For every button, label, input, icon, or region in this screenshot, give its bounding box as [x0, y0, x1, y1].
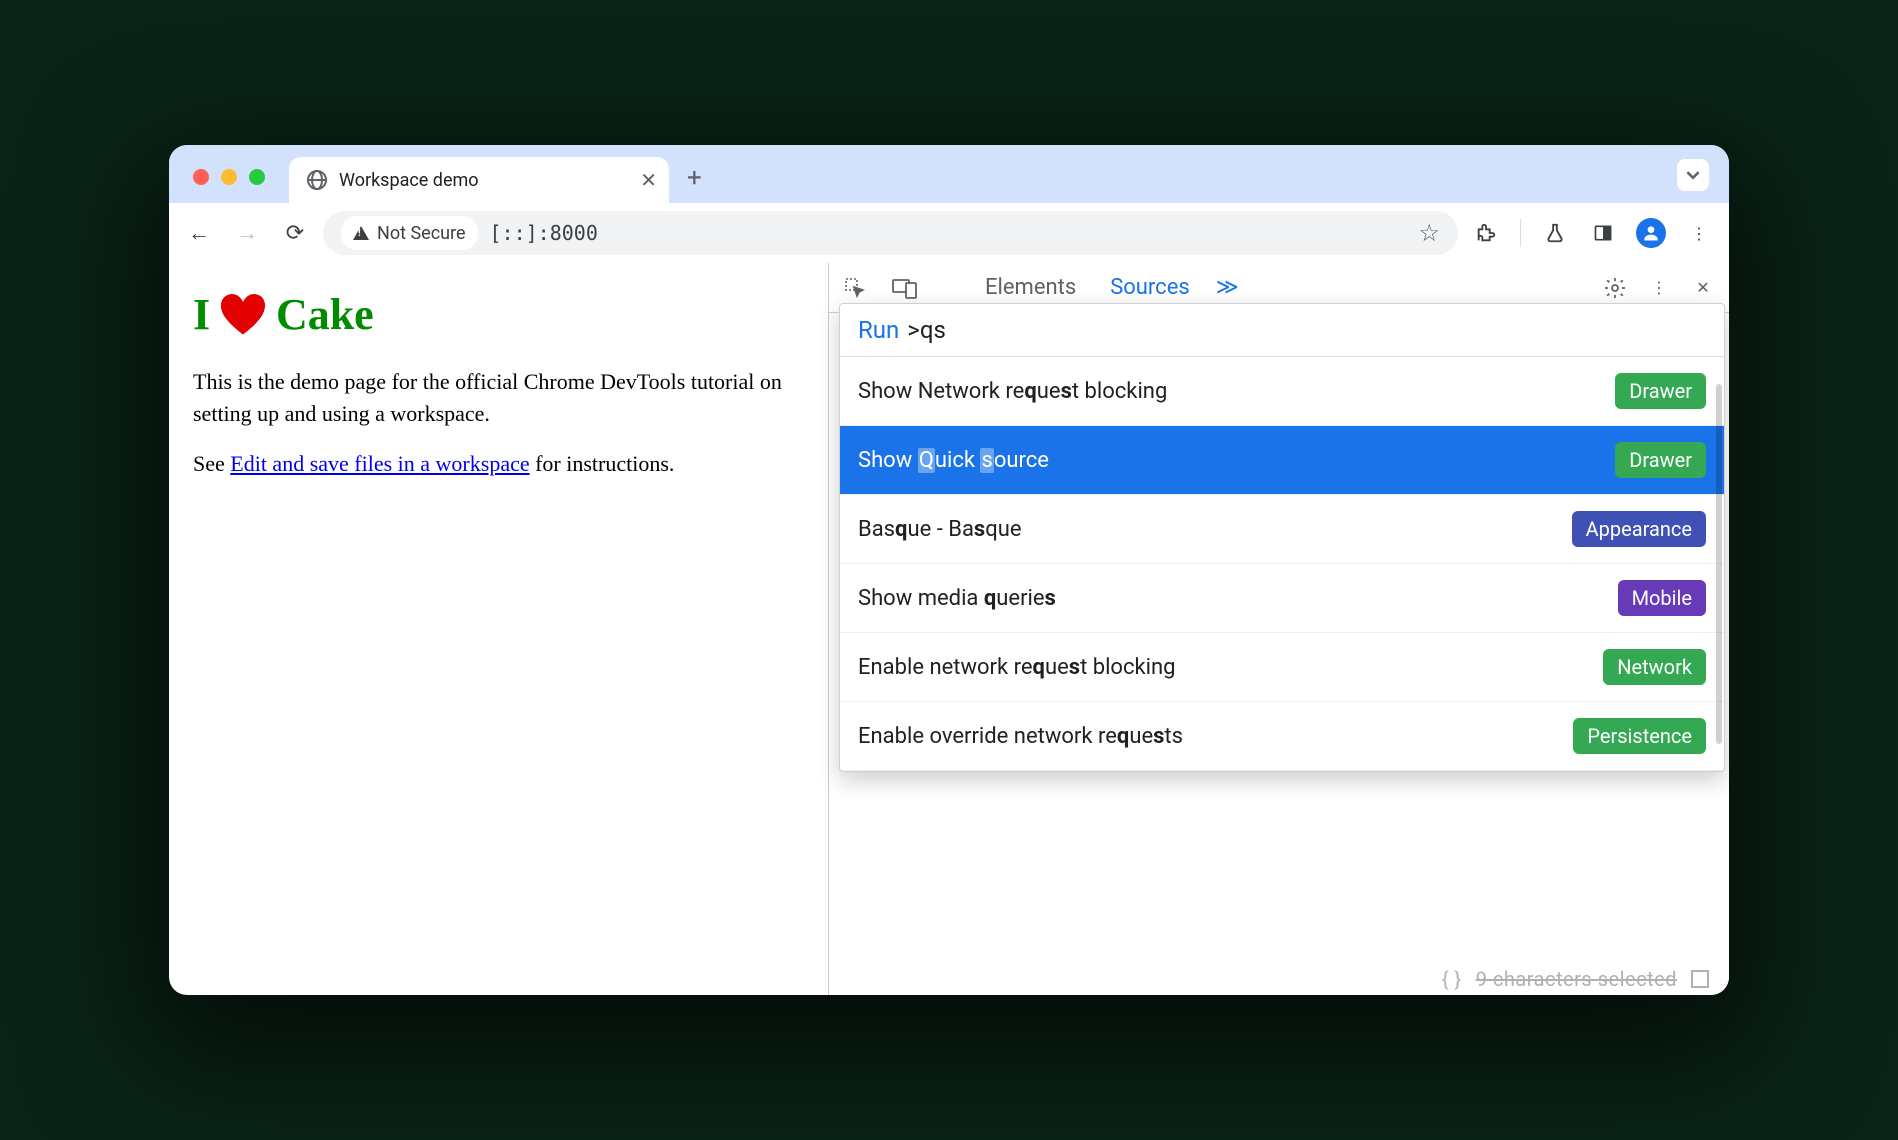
browser-window: Workspace demo ✕ + ← → ⟳ Not Secure [::]… [169, 145, 1729, 995]
tab-title: Workspace demo [339, 170, 628, 191]
status-bar: { } 9 characters selected [1442, 967, 1709, 991]
browser-tab[interactable]: Workspace demo ✕ [289, 157, 669, 203]
command-query: >qs [907, 316, 946, 344]
intro-paragraph: This is the demo page for the official C… [193, 366, 804, 430]
run-label: Run [858, 316, 899, 344]
brackets-icon: { } [1442, 967, 1462, 991]
inspect-icon[interactable] [839, 272, 871, 304]
command-item[interactable]: Enable override network requests Persiste… [840, 702, 1724, 771]
command-item[interactable]: Enable network request blocking Network [840, 633, 1724, 702]
close-tab-icon[interactable]: ✕ [640, 168, 657, 192]
command-item-label: Show Quick source [858, 448, 1049, 473]
new-tab-icon[interactable]: + [687, 163, 702, 193]
close-devtools-icon[interactable]: ✕ [1687, 272, 1719, 304]
profile-button[interactable] [1631, 213, 1671, 253]
scrollbar[interactable] [1716, 384, 1722, 744]
close-window[interactable] [193, 169, 209, 185]
command-list: Show Network request blockingDrawerShow … [840, 357, 1724, 771]
command-item[interactable]: Show media queries Mobile [840, 564, 1724, 633]
devtools-panel: Elements Sources ≫ ⋮ ✕ Run >qs Show Netw… [829, 263, 1729, 995]
tabs-dropdown-icon[interactable] [1677, 159, 1709, 191]
address-bar[interactable]: Not Secure [::]:8000 ☆ [323, 211, 1458, 255]
avatar-icon [1636, 218, 1666, 248]
security-chip[interactable]: Not Secure [341, 216, 478, 250]
command-item-label: Basque - Basque [858, 517, 1022, 542]
url-text: [::]:8000 [490, 221, 598, 245]
maximize-window[interactable] [249, 169, 265, 185]
reload-button[interactable]: ⟳ [275, 213, 315, 253]
device-toolbar-icon[interactable] [889, 272, 921, 304]
extensions-icon[interactable] [1466, 213, 1506, 253]
command-menu: Run >qs Show Network request blocking Dra… [839, 303, 1725, 772]
command-item-badge: Mobile [1618, 580, 1706, 616]
status-text: 9 characters selected [1476, 967, 1677, 991]
command-item-badge: Persistence [1573, 718, 1706, 754]
command-item-label: Show media queries [858, 586, 1056, 611]
side-panel-icon[interactable] [1583, 213, 1623, 253]
bookmark-icon[interactable]: ☆ [1418, 219, 1440, 247]
command-item-badge: Drawer [1615, 373, 1706, 409]
instructions-paragraph: See Edit and save files in a workspace f… [193, 448, 804, 480]
command-item-label: Enable network request blocking [858, 655, 1176, 680]
minimize-window[interactable] [221, 169, 237, 185]
tab-sources[interactable]: Sources [1102, 275, 1198, 300]
more-tabs-icon[interactable]: ≫ [1216, 275, 1239, 300]
command-item-badge: Network [1603, 649, 1706, 685]
h1-prefix: I [193, 289, 210, 340]
devtools-menu-icon[interactable]: ⋮ [1643, 272, 1675, 304]
browser-menu-icon[interactable]: ⋮ [1679, 213, 1719, 253]
p2-pre: See [193, 451, 230, 476]
panel-layout-icon[interactable] [1691, 970, 1709, 988]
command-input[interactable]: Run >qs [840, 304, 1724, 357]
settings-icon[interactable] [1599, 272, 1631, 304]
command-item-label: Enable override network requests [858, 724, 1183, 749]
browser-toolbar: ← → ⟳ Not Secure [::]:8000 ☆ ⋮ [169, 203, 1729, 263]
command-item-badge: Appearance [1572, 511, 1706, 547]
command-item[interactable]: Show Quick source Drawer [840, 426, 1724, 495]
page-heading: I ❤️ Cake [193, 289, 804, 340]
command-item[interactable]: Show Network request blocking Drawer [840, 357, 1724, 426]
workspace-link[interactable]: Edit and save files in a workspace [230, 451, 529, 476]
labs-icon[interactable] [1535, 213, 1575, 253]
back-button[interactable]: ← [179, 213, 219, 253]
command-item-label: Show Network request blocking [858, 379, 1167, 404]
tab-elements[interactable]: Elements [977, 275, 1084, 300]
page-viewport: I ❤️ Cake This is the demo page for the … [169, 263, 829, 995]
forward-button[interactable]: → [227, 213, 267, 253]
h1-suffix: Cake [276, 289, 374, 340]
window-controls [193, 169, 265, 185]
globe-icon [307, 170, 327, 190]
heart-icon: ❤️ [218, 291, 268, 338]
command-item[interactable]: Basque - Basque Appearance [840, 495, 1724, 564]
tab-strip: Workspace demo ✕ + [169, 145, 1729, 203]
content-area: I ❤️ Cake This is the demo page for the … [169, 263, 1729, 995]
p2-post: for instructions. [530, 451, 675, 476]
security-label: Not Secure [377, 223, 466, 244]
toolbar-divider [1520, 219, 1521, 247]
command-item-badge: Drawer [1615, 442, 1706, 478]
warning-icon [353, 226, 369, 240]
